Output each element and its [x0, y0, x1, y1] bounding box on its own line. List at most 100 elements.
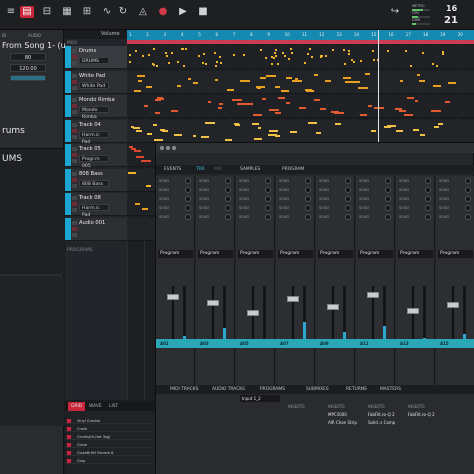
midi-note[interactable] [343, 76, 351, 79]
midi-note[interactable] [434, 125, 439, 128]
send-knob[interactable] [185, 205, 191, 211]
solo-button[interactable] [72, 232, 77, 237]
volume-fader[interactable] [447, 302, 459, 308]
send-knob[interactable] [345, 214, 351, 220]
midi-note[interactable] [433, 84, 441, 87]
send-knob[interactable] [185, 196, 191, 202]
midi-note[interactable] [274, 52, 276, 54]
minimize-icon[interactable] [166, 146, 170, 150]
midi-note[interactable] [243, 54, 245, 56]
tab-grid[interactable]: GRID [68, 402, 86, 411]
midi-note[interactable] [133, 126, 140, 129]
midi-note[interactable] [162, 129, 168, 132]
midi-note[interactable] [371, 129, 376, 132]
midi-note[interactable] [235, 123, 240, 126]
midi-note[interactable] [278, 97, 285, 99]
midi-note[interactable] [275, 55, 277, 57]
midi-note[interactable] [198, 55, 200, 57]
track-header[interactable]: Track 04 Harm.ic Pad [65, 119, 127, 145]
midi-note[interactable] [171, 110, 178, 112]
send-knob[interactable] [425, 187, 431, 193]
midi-note[interactable] [185, 48, 187, 50]
midi-note[interactable] [432, 63, 434, 65]
solo-button[interactable] [72, 183, 77, 188]
track-name[interactable]: rums [2, 126, 25, 136]
mute-button[interactable] [72, 98, 77, 102]
midi-note[interactable] [252, 122, 259, 125]
midi-note[interactable] [275, 112, 281, 114]
tab-list[interactable]: LIST [109, 402, 118, 411]
record-arm-button[interactable] [72, 128, 77, 133]
midi-note[interactable] [205, 63, 207, 65]
mute-button[interactable] [72, 73, 77, 78]
midi-note[interactable] [311, 56, 313, 58]
track-lane[interactable] [127, 70, 474, 94]
midi-note[interactable] [372, 50, 374, 52]
midi-note[interactable] [144, 105, 148, 107]
send-knob[interactable] [305, 214, 311, 220]
tab-audio-tracks[interactable]: AUDIO TRACKS [212, 385, 245, 394]
track-name[interactable]: 808 Bass [79, 171, 103, 177]
browser-icon[interactable]: ▤ [20, 6, 34, 18]
send-knob[interactable] [265, 196, 271, 202]
midi-note[interactable] [307, 53, 309, 55]
midi-note[interactable] [253, 114, 262, 116]
send-knob[interactable] [465, 178, 471, 184]
midi-note[interactable] [309, 48, 311, 50]
track-header[interactable]: Track 05 Progr.m 005 [65, 144, 127, 169]
solo-button[interactable] [72, 85, 77, 90]
midi-note[interactable] [135, 50, 137, 52]
midi-note[interactable] [266, 74, 276, 77]
track-device[interactable]: Harm.ic Pad [79, 204, 109, 218]
midi-note[interactable] [168, 62, 170, 64]
midi-note[interactable] [177, 84, 181, 87]
midi-note[interactable] [405, 50, 407, 52]
midi-note[interactable] [159, 98, 164, 100]
tab-trk[interactable]: TRK [196, 165, 205, 174]
midi-note[interactable] [422, 52, 424, 54]
midi-note[interactable] [353, 61, 355, 63]
record-arm-button[interactable] [72, 226, 77, 231]
tab-returns[interactable]: RETURNS [346, 385, 367, 394]
midi-note[interactable] [220, 62, 222, 64]
send-knob[interactable] [185, 187, 191, 193]
midi-note[interactable] [254, 137, 262, 140]
waveform-icon[interactable]: ∿ [100, 6, 114, 18]
midi-note[interactable] [292, 79, 302, 82]
pad-mute[interactable] [67, 435, 71, 439]
tab-mix[interactable]: MIX [214, 165, 222, 174]
track-device[interactable]: Mondo Rimba [79, 106, 109, 120]
midi-note[interactable] [360, 114, 367, 116]
field-2[interactable]: 120.00 [10, 64, 46, 72]
midi-note[interactable] [335, 122, 341, 125]
send-knob[interactable] [265, 178, 271, 184]
volume-fader[interactable] [407, 308, 419, 314]
midi-note[interactable] [177, 61, 179, 63]
midi-note[interactable] [129, 54, 131, 56]
mute-button[interactable] [72, 171, 77, 176]
send-knob[interactable] [465, 205, 471, 211]
midi-note[interactable] [358, 86, 368, 89]
midi-note[interactable] [387, 50, 389, 52]
send-knob[interactable] [225, 214, 231, 220]
track-header[interactable]: 808 Bass 808 Bass [65, 168, 127, 192]
program-select[interactable]: Program [398, 250, 433, 258]
midi-note[interactable] [436, 65, 438, 67]
midi-note[interactable] [290, 48, 292, 50]
midi-note[interactable] [417, 73, 420, 76]
send-knob[interactable] [425, 178, 431, 184]
midi-note[interactable] [156, 65, 158, 67]
mute-button[interactable] [72, 220, 77, 225]
midi-note[interactable] [275, 49, 277, 51]
grid-icon[interactable]: ▦ [60, 6, 74, 18]
midi-note[interactable] [146, 85, 152, 88]
send-knob[interactable] [225, 178, 231, 184]
midi-note[interactable] [442, 53, 444, 55]
midi-note[interactable] [448, 81, 456, 84]
field-1[interactable]: 80 [10, 53, 46, 61]
send-knob[interactable] [345, 187, 351, 193]
midi-note[interactable] [350, 80, 360, 83]
tab-masters[interactable]: MASTERS [380, 385, 401, 394]
midi-note[interactable] [304, 62, 306, 64]
pad-row[interactable]: CloseBrHH Reverb 8 [65, 450, 155, 456]
